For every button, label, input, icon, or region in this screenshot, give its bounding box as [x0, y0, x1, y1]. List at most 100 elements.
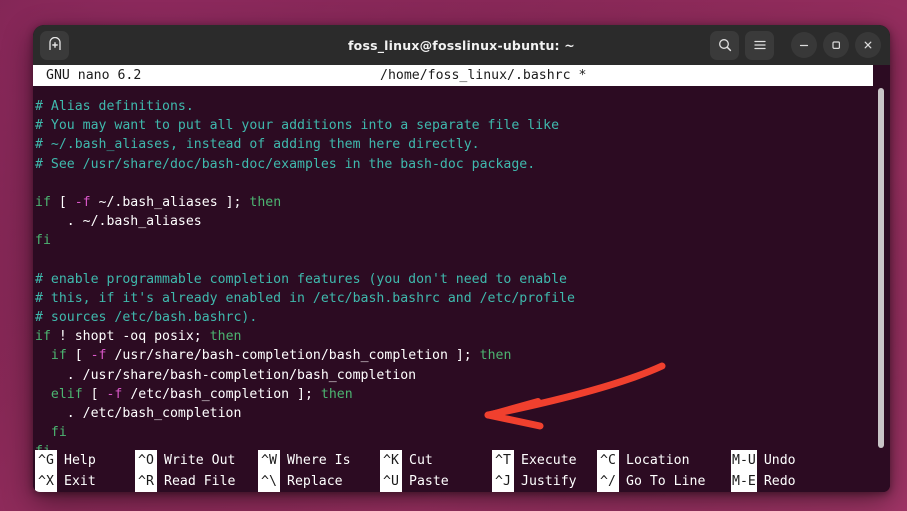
shortcut-item[interactable]: ^C Location — [597, 450, 731, 471]
shortcut-label: Where Is — [287, 453, 351, 468]
shortcut-key: ^J — [492, 471, 514, 492]
code-token: # Alias definitions. — [35, 99, 194, 114]
search-icon[interactable] — [710, 30, 739, 60]
nano-version-label: GNU nano 6.2 — [46, 68, 142, 83]
code-token: fi — [50, 425, 67, 441]
shortcut-column: ^T Execute ^J Justify — [492, 450, 597, 492]
code-token: fi — [35, 233, 51, 249]
code-token: # See /usr/share/doc/bash-doc/examples i… — [35, 156, 536, 172]
shortcut-item[interactable]: ^K Cut — [380, 450, 492, 471]
editor-line: # enable programmable completion feature… — [35, 270, 575, 289]
vertical-scrollbar[interactable] — [877, 86, 885, 450]
terminal-window: foss_linux@fosslinux-ubuntu: ~ GNU nano … — [33, 25, 890, 492]
editor-line: . /usr/share/bash-completion/bash_comple… — [35, 366, 575, 385]
code-token: # sources /etc/bash.bashrc). — [35, 310, 258, 326]
code-token: # this, if it's already enabled in /etc/… — [35, 290, 575, 306]
shortcut-label: Undo — [763, 453, 796, 468]
scrollbar-thumb[interactable] — [878, 88, 884, 449]
shortcut-item[interactable]: ^W Where Is — [258, 450, 380, 471]
hamburger-menu-icon[interactable] — [745, 30, 774, 60]
editor-line: fi — [35, 231, 575, 250]
new-tab-icon[interactable] — [40, 30, 69, 60]
shortcut-key: ^U — [380, 471, 402, 492]
code-token: [ — [50, 194, 75, 210]
shortcut-column: ^O Write Out ^R Read File — [135, 450, 258, 492]
editor-line: # See /usr/share/doc/bash-doc/examples i… — [35, 155, 575, 174]
shortcut-key: ^G — [35, 450, 57, 471]
maximize-icon[interactable] — [823, 32, 849, 58]
editor-line: if [ -f /usr/share/bash-completion/bash_… — [35, 346, 575, 365]
code-token: -f — [106, 386, 123, 402]
shortcut-item[interactable]: ^G Help — [35, 450, 135, 471]
shortcut-item[interactable]: ^/ Go To Line — [597, 471, 731, 492]
shortcut-key: ^T — [492, 450, 514, 471]
code-token: if — [50, 348, 67, 364]
minimize-icon[interactable] — [791, 32, 817, 58]
shortcut-item[interactable]: ^R Read File — [135, 471, 258, 492]
shortcut-column: M-U Undo M-E Redo — [731, 450, 796, 492]
shortcut-key: M-E — [731, 471, 757, 492]
editor-text-content[interactable]: # Alias definitions. # You may want to pu… — [33, 86, 575, 450]
shortcut-key: ^X — [35, 471, 57, 492]
shortcut-label: Redo — [763, 474, 796, 489]
code-token: # You may want to put all your additions… — [35, 118, 560, 134]
shortcut-item[interactable]: M-U Undo — [731, 450, 796, 471]
shortcut-item[interactable]: ^X Exit — [35, 471, 135, 492]
code-token: [ — [82, 386, 107, 402]
shortcut-label: Location — [626, 453, 690, 468]
titlebar-controls — [710, 30, 881, 60]
code-token: then — [479, 348, 512, 364]
shortcut-label: Paste — [409, 474, 449, 489]
shortcut-item[interactable]: ^J Justify — [492, 471, 597, 492]
code-token: elif — [50, 386, 83, 402]
desktop-wallpaper: foss_linux@fosslinux-ubuntu: ~ GNU nano … — [0, 0, 907, 511]
shortcut-item[interactable]: ^T Execute — [492, 450, 597, 471]
nano-filepath-label: /home/foss_linux/.bashrc * — [380, 68, 587, 83]
editor-line: . /etc/bash_completion — [35, 404, 575, 423]
editor-line: # Alias definitions. — [35, 97, 575, 116]
close-icon[interactable] — [855, 32, 881, 58]
editor-line: fi — [35, 442, 575, 450]
editor-line: # You may want to put all your additions… — [35, 116, 575, 135]
editor-line: # ~/.bash_aliases, instead of adding the… — [35, 135, 575, 154]
code-token: -f — [90, 348, 107, 364]
shortcut-label: Write Out — [164, 453, 236, 468]
shortcut-label: Go To Line — [626, 474, 706, 489]
editor-area[interactable]: # Alias definitions. # You may want to pu… — [33, 86, 890, 450]
shortcut-item[interactable]: M-E Redo — [731, 471, 796, 492]
shortcut-item[interactable]: ^\ Replace — [258, 471, 380, 492]
code-token: ~/.bash_aliases ]; — [90, 194, 250, 210]
window-titlebar[interactable]: foss_linux@fosslinux-ubuntu: ~ — [33, 25, 890, 65]
shortcut-item[interactable]: ^U Paste — [380, 471, 492, 492]
code-token: if — [35, 194, 51, 210]
code-token: then — [320, 386, 353, 402]
shortcut-key: ^C — [597, 450, 619, 471]
shortcut-key: ^\ — [258, 471, 280, 492]
editor-line: if [ -f ~/.bash_aliases ]; then — [35, 193, 575, 212]
shortcut-key: ^K — [380, 450, 402, 471]
shortcut-column: ^C Location ^/ Go To Line — [597, 450, 731, 492]
shortcut-key: ^/ — [597, 471, 619, 492]
shortcut-column: ^K Cut ^U Paste — [380, 450, 492, 492]
editor-line: . ~/.bash_aliases — [35, 212, 575, 231]
nano-shortcut-bar: ^G Help ^X Exit ^O Write Out ^R Read File ^W Wher… — [33, 450, 890, 492]
code-token: /usr/share/bash-completion/bash_completi… — [106, 348, 480, 364]
shortcut-item[interactable]: ^O Write Out — [135, 450, 258, 471]
code-token: /etc/bash_completion ]; — [122, 386, 321, 402]
code-token: ! shopt -oq posix; — [50, 329, 210, 345]
code-token: # enable programmable completion feature… — [35, 271, 567, 287]
shortcut-label: Execute — [521, 453, 577, 468]
code-token: . /usr/share/bash-completion/bash_comple… — [35, 367, 417, 383]
code-token: # ~/.bash_aliases, instead of adding the… — [35, 137, 480, 153]
code-token: . /etc/bash_completion — [35, 406, 242, 421]
shortcut-column: ^G Help ^X Exit — [35, 450, 135, 492]
code-token: -f — [74, 194, 91, 210]
code-token: if — [35, 329, 51, 345]
code-token: fi — [35, 444, 51, 450]
shortcut-key: ^W — [258, 450, 280, 471]
code-token: [ — [66, 348, 91, 364]
